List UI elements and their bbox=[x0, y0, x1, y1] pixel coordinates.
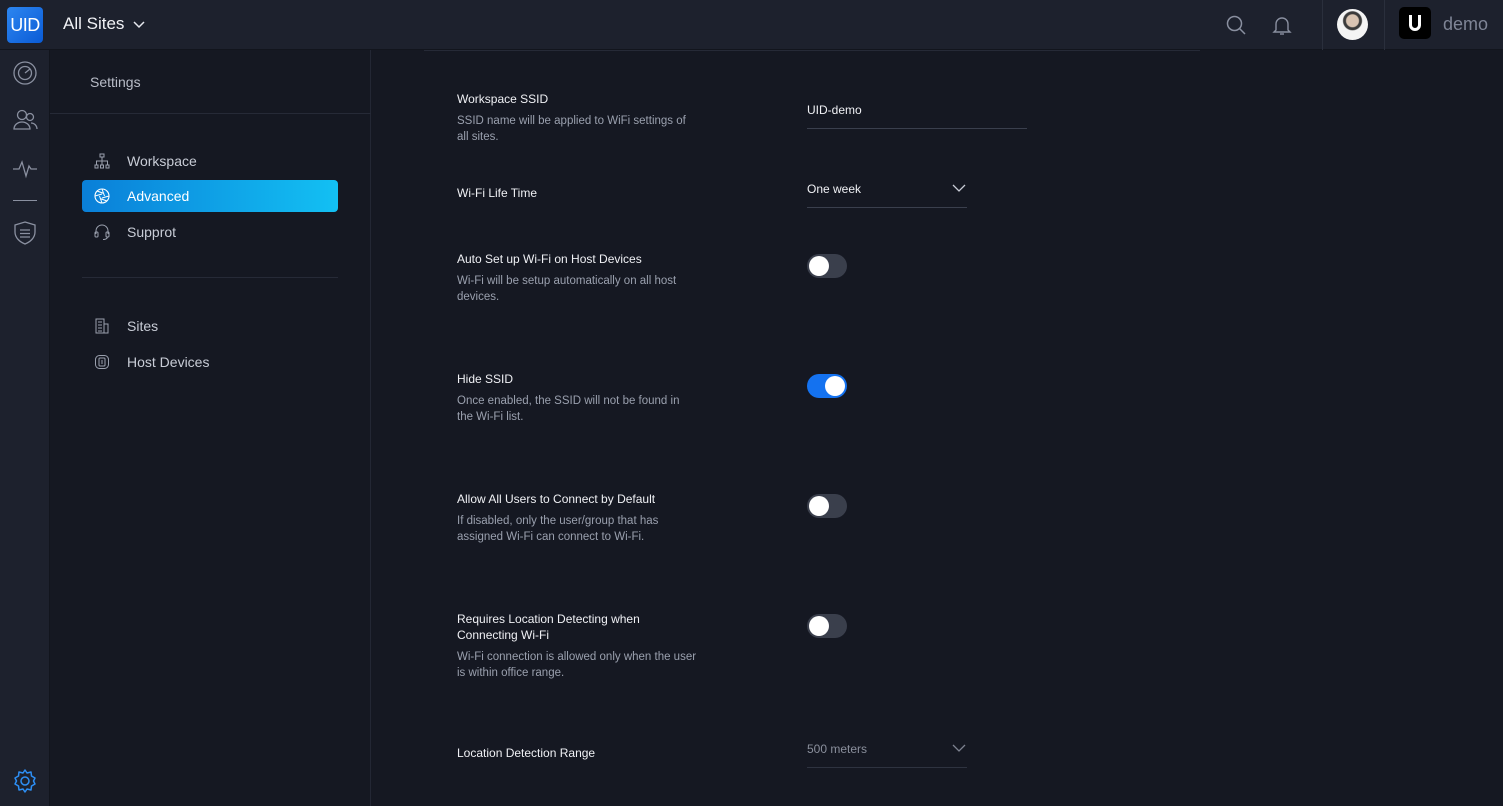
left-rail bbox=[0, 50, 50, 806]
allow-all-users-label: Allow All Users to Connect by Default bbox=[457, 492, 656, 506]
headset-icon bbox=[94, 224, 110, 240]
nav-item-workspace[interactable]: Workspace bbox=[82, 145, 338, 177]
location-range-label: Location Detection Range bbox=[457, 746, 596, 760]
activity-icon[interactable] bbox=[12, 155, 38, 181]
nav-item-support[interactable]: Supprot bbox=[82, 216, 338, 248]
advanced-settings-content: Workspace SSID SSID name will be applied… bbox=[371, 50, 1503, 806]
location-range-value: 500 meters bbox=[807, 742, 868, 756]
allow-all-users-description: If disabled, only the user/group that ha… bbox=[457, 515, 659, 543]
network-tree-icon bbox=[94, 153, 110, 169]
top-bar: UID All Sites demo bbox=[0, 0, 1503, 50]
toggle-knob bbox=[809, 256, 829, 276]
chevron-down-icon bbox=[133, 21, 145, 29]
bell-icon[interactable] bbox=[1270, 13, 1294, 37]
allow-all-users-toggle[interactable] bbox=[807, 494, 847, 518]
nav-item-sites[interactable]: Sites bbox=[82, 310, 338, 342]
nav-item-host-devices[interactable]: Host Devices bbox=[82, 346, 338, 378]
nav-label: Host Devices bbox=[127, 354, 210, 370]
site-selector-dropdown[interactable]: All Sites bbox=[63, 14, 146, 34]
hide-ssid-label: Hide SSID bbox=[457, 372, 514, 386]
nav-label: Workspace bbox=[127, 153, 197, 169]
chevron-down-icon bbox=[952, 744, 966, 752]
search-icon[interactable] bbox=[1224, 13, 1248, 37]
settings-gear-icon[interactable] bbox=[12, 768, 38, 794]
auto-setup-toggle[interactable] bbox=[807, 254, 847, 278]
toggle-knob bbox=[825, 376, 845, 396]
dashboard-icon[interactable] bbox=[12, 60, 38, 86]
location-detecting-label: Requires Location Detecting when Connect… bbox=[457, 612, 640, 642]
workspace-ssid-input[interactable]: UID-demo bbox=[807, 99, 1027, 129]
location-detecting-toggle[interactable] bbox=[807, 614, 847, 638]
location-range-select[interactable]: 500 meters bbox=[807, 738, 967, 768]
location-detecting-description: Wi-Fi connection is allowed only when th… bbox=[457, 651, 697, 679]
user-avatar[interactable] bbox=[1337, 9, 1368, 40]
building-icon bbox=[95, 318, 109, 334]
chevron-down-icon bbox=[952, 184, 966, 192]
nav-label: Advanced bbox=[127, 188, 190, 204]
content-top-divider bbox=[424, 50, 1200, 51]
nav-item-advanced[interactable]: Advanced bbox=[82, 180, 338, 212]
app-logo[interactable]: UID bbox=[7, 7, 43, 43]
wifi-life-time-value: One week bbox=[807, 182, 862, 196]
hide-ssid-toggle[interactable] bbox=[807, 374, 847, 398]
toggle-knob bbox=[809, 496, 829, 516]
nav-label: Sites bbox=[127, 318, 159, 334]
users-icon[interactable] bbox=[12, 107, 38, 133]
auto-setup-label: Auto Set up Wi-Fi on Host Devices bbox=[457, 252, 642, 266]
host-device-icon bbox=[95, 355, 109, 369]
workspace-ssid-label: Workspace SSID bbox=[457, 92, 549, 106]
rail-divider bbox=[13, 200, 37, 201]
settings-panel: Settings Workspace Advanced Supprot Site… bbox=[50, 50, 371, 806]
topbar-divider bbox=[1322, 0, 1323, 50]
shield-list-icon[interactable] bbox=[12, 220, 38, 246]
brand-logo-icon[interactable] bbox=[1399, 7, 1431, 39]
aperture-icon bbox=[94, 188, 110, 204]
toggle-knob bbox=[809, 616, 829, 636]
wifi-life-time-select[interactable]: One week bbox=[807, 178, 967, 208]
nav-divider bbox=[82, 277, 338, 278]
panel-divider bbox=[50, 113, 371, 114]
hide-ssid-description: Once enabled, the SSID will not be found… bbox=[457, 395, 680, 423]
wifi-life-time-label: Wi-Fi Life Time bbox=[457, 186, 538, 200]
settings-title: Settings bbox=[90, 74, 141, 90]
brand-name[interactable]: demo bbox=[1443, 14, 1488, 35]
site-selector-label: All Sites bbox=[63, 14, 125, 33]
auto-setup-description: Wi-Fi will be setup automatically on all… bbox=[457, 275, 677, 303]
workspace-ssid-description: SSID name will be applied to WiFi settin… bbox=[457, 115, 686, 143]
nav-label: Supprot bbox=[127, 224, 177, 240]
topbar-divider bbox=[1384, 0, 1385, 50]
